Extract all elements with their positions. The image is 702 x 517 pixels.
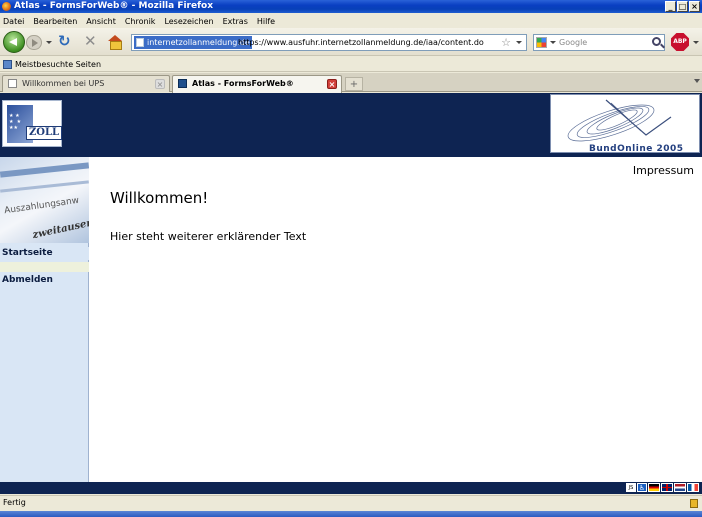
- bookmark-star-icon[interactable]: ☆: [501, 35, 511, 50]
- menu-bearbeiten[interactable]: Bearbeiten: [33, 17, 77, 26]
- url-dropdown-icon[interactable]: [516, 41, 522, 44]
- tab-label: Atlas - FormsForWeb®: [192, 79, 294, 88]
- minimize-button[interactable]: _: [665, 1, 676, 12]
- sidebar-divider: [0, 262, 89, 272]
- french-flag-icon[interactable]: [687, 483, 699, 492]
- window-title: Atlas - FormsForWeb® - Mozilla Firefox: [14, 1, 214, 11]
- site-identity-label: internetzollanmeldung.de: [147, 38, 250, 47]
- atlas-favicon-icon: [178, 79, 187, 88]
- forward-button[interactable]: [26, 35, 42, 50]
- bookmarks-toolbar: Meistbesuchte Seiten: [0, 57, 702, 72]
- page-header: ZOLL BundOnline 2005: [0, 93, 702, 157]
- banner-stripe: [0, 162, 89, 178]
- dutch-flag-icon[interactable]: [674, 483, 686, 492]
- tab-list-dropdown-icon[interactable]: [694, 79, 700, 83]
- page-content: ZOLL BundOnline 2005 Auszahlungsanw zwei…: [0, 93, 702, 493]
- navigation-toolbar: ↻ ✕ internetzollanmeldung.de https://www…: [0, 28, 702, 56]
- sidebar-banner-image: Auszahlungsanw zweitausend: [0, 157, 89, 243]
- home-button[interactable]: [108, 35, 122, 50]
- tab-ups[interactable]: Willkommen bei UPS ×: [2, 75, 170, 92]
- status-bar: Fertig: [0, 495, 702, 510]
- close-tab-icon[interactable]: ×: [155, 79, 165, 89]
- taskbar: [0, 511, 702, 517]
- footer-icons: JS ♿: [626, 483, 699, 492]
- history-dropdown-icon[interactable]: [46, 41, 52, 44]
- url-bar[interactable]: internetzollanmeldung.de https://www.aus…: [131, 34, 527, 51]
- adblock-plus-icon[interactable]: ABP: [671, 33, 689, 51]
- search-input[interactable]: Google: [559, 36, 587, 49]
- tab-atlas[interactable]: Atlas - FormsForWeb® ×: [172, 75, 342, 93]
- zoll-logo-text: ZOLL: [26, 126, 63, 140]
- javascript-icon[interactable]: JS: [626, 483, 636, 492]
- new-tab-button[interactable]: +: [345, 77, 363, 91]
- sidebar-item-abmelden[interactable]: Abmelden: [0, 274, 89, 287]
- search-icon[interactable]: [652, 37, 661, 46]
- close-window-button[interactable]: ×: [689, 1, 700, 12]
- banner-stripe: [0, 180, 89, 193]
- search-engine-dropdown-icon[interactable]: [550, 41, 556, 44]
- menu-hilfe[interactable]: Hilfe: [257, 17, 275, 26]
- bookmark-folder-icon: [3, 60, 12, 69]
- impressum-link[interactable]: Impressum: [633, 164, 694, 177]
- search-bar[interactable]: Google: [533, 34, 665, 51]
- status-text: Fertig: [3, 498, 26, 507]
- menu-datei[interactable]: Datei: [3, 17, 24, 26]
- bookmark-most-visited[interactable]: Meistbesuchte Seiten: [3, 59, 101, 70]
- reload-button[interactable]: ↻: [58, 34, 71, 49]
- bundonline-logo: BundOnline 2005: [550, 94, 700, 153]
- tab-label: Willkommen bei UPS: [22, 79, 105, 88]
- menu-bar: Datei Bearbeiten Ansicht Chronik Lesezei…: [0, 14, 702, 28]
- german-flag-icon[interactable]: [648, 483, 660, 492]
- page-title: Willkommen!: [110, 189, 209, 207]
- banner-text: Auszahlungsanw: [3, 195, 80, 217]
- back-button[interactable]: [3, 31, 25, 53]
- banner-handwriting: zweitausend: [31, 215, 89, 242]
- page-footer: JS ♿: [0, 482, 702, 494]
- sidebar-item-startseite[interactable]: Startseite: [0, 247, 89, 260]
- bookmark-label: Meistbesuchte Seiten: [15, 60, 102, 69]
- window-title-bar: Atlas - FormsForWeb® - Mozilla Firefox _…: [0, 0, 702, 13]
- menu-lesezeichen[interactable]: Lesezeichen: [164, 17, 213, 26]
- uk-flag-icon[interactable]: [661, 483, 673, 492]
- security-lock-icon[interactable]: [690, 499, 698, 508]
- accessibility-icon[interactable]: ♿: [637, 483, 647, 492]
- adblock-dropdown-icon[interactable]: [693, 41, 699, 44]
- google-icon[interactable]: [536, 37, 547, 48]
- window-controls: _ □ ×: [665, 1, 700, 12]
- firefox-icon: [2, 2, 11, 11]
- stop-button[interactable]: ✕: [84, 34, 97, 49]
- page-description: Hier steht weiterer erklärender Text: [110, 230, 307, 243]
- close-tab-icon[interactable]: ×: [327, 79, 337, 89]
- menu-chronik[interactable]: Chronik: [125, 17, 156, 26]
- zoll-logo: ZOLL: [2, 100, 63, 147]
- site-icon: [136, 38, 144, 47]
- menu-extras[interactable]: Extras: [223, 17, 248, 26]
- url-text[interactable]: https://www.ausfuhr.internetzollanmeldun…: [238, 36, 484, 49]
- site-identity-button[interactable]: internetzollanmeldung.de: [134, 36, 252, 49]
- tab-bar: Willkommen bei UPS × Atlas - FormsForWeb…: [0, 73, 702, 93]
- bundonline-logo-text: BundOnline 2005: [589, 144, 684, 153]
- page-icon: [8, 79, 17, 88]
- maximize-button[interactable]: □: [677, 1, 688, 12]
- menu-ansicht[interactable]: Ansicht: [86, 17, 116, 26]
- sidebar: Auszahlungsanw zweitausend Startseite Ab…: [0, 157, 89, 493]
